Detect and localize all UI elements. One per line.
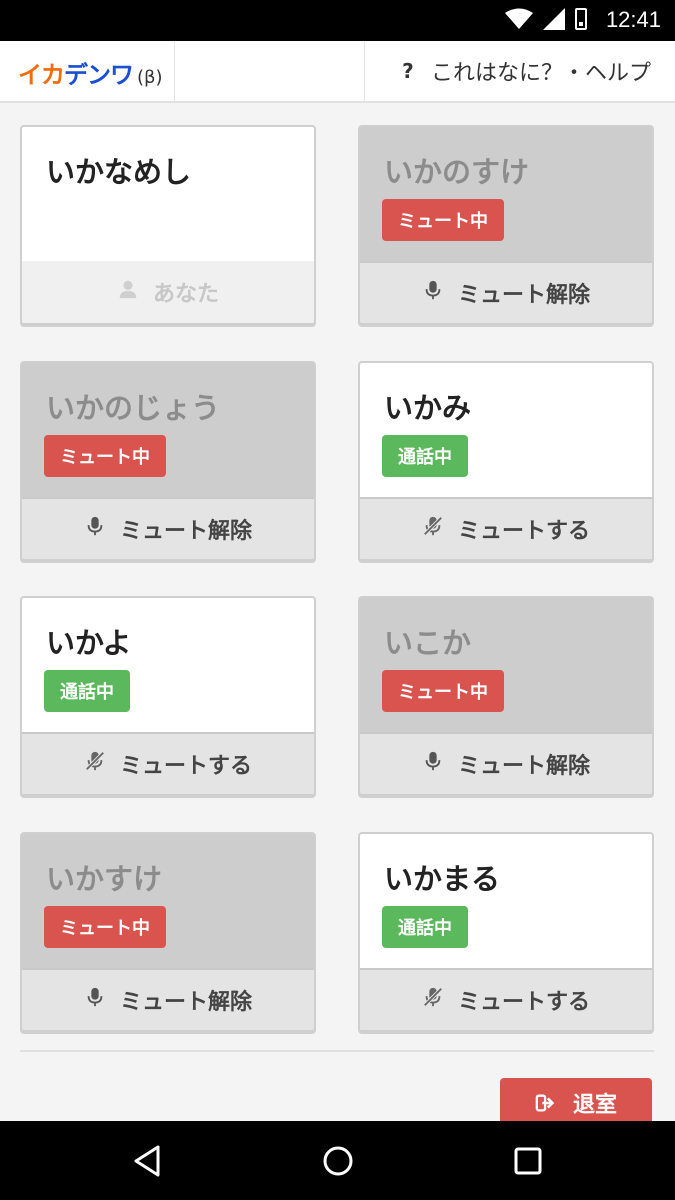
user-icon: [117, 277, 139, 307]
microphone-slash-icon: [422, 514, 444, 544]
unmute-button[interactable]: ミュート解除: [360, 261, 652, 323]
member-card: いかすけミュート中ミュート解除: [20, 832, 316, 1032]
app-logo[interactable]: イカ デンワ (β): [18, 55, 163, 90]
mute-button[interactable]: ミュートする: [360, 497, 652, 559]
header-divider: [364, 41, 365, 101]
status-badge: 通話中: [382, 906, 468, 948]
member-card: いかよ通話中ミュートする: [20, 596, 316, 796]
cell-signal-icon: [543, 8, 565, 30]
microphone-slash-icon: [84, 749, 106, 779]
status-badge: ミュート中: [44, 906, 166, 948]
brand-ika: イカ: [18, 61, 65, 89]
member-name: いかまる: [384, 862, 501, 896]
member-card: いかなめしあなた: [20, 125, 316, 325]
mute-button[interactable]: ミュートする: [22, 732, 314, 794]
member-name: いかよ: [46, 626, 132, 660]
battery-icon: [575, 8, 587, 30]
member-card: いかのじょうミュート中ミュート解除: [20, 361, 316, 561]
action-label: あなた: [152, 282, 219, 307]
action-label: ミュート解除: [119, 519, 252, 544]
microphone-icon: [84, 514, 106, 544]
member-name: いかすけ: [46, 862, 163, 896]
action-label: ミュートする: [457, 519, 590, 544]
help-link[interactable]: ? これはなに？・ヘルプ: [397, 55, 651, 87]
mute-button[interactable]: ミュートする: [360, 968, 652, 1030]
system-nav-bar: [0, 1121, 675, 1200]
member-name: いかみ: [384, 391, 472, 425]
brand-beta: (β): [137, 67, 163, 88]
action-label: ミュートする: [119, 754, 252, 779]
sign-out-icon: [535, 1094, 555, 1112]
app-header: イカ デンワ (β) ? これはなに？・ヘルプ: [0, 41, 675, 103]
status-badge: 通話中: [382, 435, 468, 477]
microphone-slash-icon: [422, 985, 444, 1015]
recents-icon[interactable]: [510, 1143, 546, 1179]
question-icon: ?: [402, 59, 414, 83]
member-name: いかのすけ: [384, 155, 530, 189]
member-name: いかなめし: [46, 155, 192, 189]
microphone-icon: [422, 278, 444, 308]
back-icon[interactable]: [130, 1143, 166, 1179]
status-icons: [505, 8, 587, 30]
status-badge: 通話中: [44, 670, 130, 712]
leave-label: 退室: [572, 1093, 617, 1118]
brand-denwa: デンワ: [64, 61, 134, 89]
member-card: いかのすけミュート中ミュート解除: [358, 125, 654, 325]
member-card: いかまる通話中ミュートする: [358, 832, 654, 1032]
action-label: ミュート解除: [457, 754, 590, 779]
member-card: いかみ通話中ミュートする: [358, 361, 654, 561]
action-label: ミュート解除: [457, 283, 590, 308]
help-label: これはなに？・ヘルプ: [430, 61, 651, 86]
status-badge: ミュート中: [382, 199, 504, 241]
microphone-icon: [84, 985, 106, 1015]
member-name: いこか: [384, 626, 472, 660]
unmute-button[interactable]: ミュート解除: [22, 497, 314, 559]
wifi-icon: [505, 8, 533, 29]
section-divider: [20, 1050, 654, 1052]
home-icon[interactable]: [320, 1143, 356, 1179]
status-badge: ミュート中: [382, 670, 504, 712]
member-name: いかのじょう: [46, 391, 221, 425]
microphone-icon: [422, 749, 444, 779]
self-indicator: あなた: [22, 261, 314, 323]
action-label: ミュートする: [457, 990, 590, 1015]
unmute-button[interactable]: ミュート解除: [22, 968, 314, 1030]
header-divider: [174, 41, 175, 101]
action-label: ミュート解除: [119, 990, 252, 1015]
status-bar: 12:41: [0, 0, 675, 41]
unmute-button[interactable]: ミュート解除: [360, 732, 652, 794]
status-time: 12:41: [605, 7, 661, 32]
member-card: いこかミュート中ミュート解除: [358, 596, 654, 796]
status-badge: ミュート中: [44, 435, 166, 477]
